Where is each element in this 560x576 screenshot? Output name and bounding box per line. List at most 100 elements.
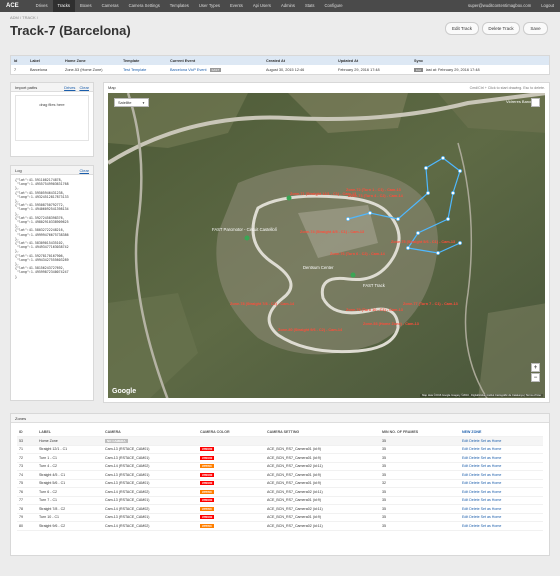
col-header-camera: CAMERA [105, 429, 121, 434]
col-header-camera-color: CAMERA COLOR [200, 429, 230, 434]
sync-list-badge[interactable]: List [414, 67, 423, 72]
camera-color-badge: #ff0000 [200, 455, 215, 460]
no-camera-badge: NO CAMERA [105, 438, 128, 443]
zone-actions[interactable]: Edit Delete Set as Home [460, 464, 540, 468]
new-zone-link[interactable]: NEW ZONE [460, 430, 540, 434]
top-navbar: ACE Drives Tracks Boxes Cameras Camera Setti… [0, 0, 560, 12]
map-type-select[interactable]: Satellite ▼ [114, 98, 149, 107]
zone-min-frames: 32 [382, 481, 386, 486]
zone-camera-setting: ACE_BCN_RS7_Camera02 (id:11) [267, 464, 323, 469]
nav-item-cameras[interactable]: Cameras [97, 0, 124, 12]
zone-label: Straight 12/1 - C1 [39, 447, 68, 452]
logout-link[interactable]: Logout [541, 0, 554, 12]
zone-label: Zone-79 (Turn 10 - C1) - Cam-13 [346, 308, 403, 312]
user-email[interactable]: super@wuditcontentimagbox.com [468, 0, 531, 12]
track-created-at: August 30, 2015 12:46 [266, 67, 305, 72]
zone-actions[interactable]: Edit Delete Set as Home [460, 481, 540, 485]
zone-actions[interactable]: Edit Delete Set as Home [460, 490, 540, 494]
fullscreen-icon[interactable] [531, 98, 540, 107]
zone-id: 73 [19, 464, 23, 469]
clear-import-link[interactable]: Clear [79, 85, 89, 90]
zone-label: Straight 4/5 - C1 [39, 472, 66, 477]
map-canvas[interactable]: FAST Parcmotor - Circuit Castellolí Dent… [108, 93, 545, 398]
nav-item-admins[interactable]: Admins [276, 0, 300, 12]
chevron-down-icon: ▼ [142, 100, 145, 105]
drives-link[interactable]: Drives [64, 85, 75, 90]
zone-id: 72 [19, 455, 23, 460]
nav-item-stats[interactable]: Stats [300, 0, 320, 12]
main-nav: Drives Tracks Boxes Cameras Camera Settings T… [31, 0, 348, 12]
nav-item-camera-settings[interactable]: Camera Settings [124, 0, 165, 12]
log-output: {"lat":41.5911082174878, "long":1.495575… [11, 175, 93, 282]
zone-label: Zone-73 (Turn 4 - C2) - Cam-14 [348, 194, 404, 198]
col-header-template: Template [123, 58, 140, 63]
place-label: FAST Track [363, 283, 386, 288]
sync-text: last at: February 29, 2016 17:48 [425, 67, 480, 72]
track-info-row: 7 Barcelona Zone-53 (Home Zone) Test Tem… [11, 65, 549, 74]
save-button[interactable]: Save [523, 22, 548, 35]
zone-actions[interactable]: Edit Delete Set as Home [460, 524, 540, 528]
zoom-in-button[interactable]: + [531, 363, 540, 372]
nav-item-configure[interactable]: Configure [319, 0, 347, 12]
field-area [478, 303, 545, 398]
zone-min-frames: 35 [382, 464, 386, 469]
nav-item-drives[interactable]: Drives [31, 0, 53, 12]
zone-label: Turn 10 - C1 [39, 515, 60, 520]
zone-actions[interactable]: Edit Delete Set as Home [460, 507, 540, 511]
current-event-link[interactable]: Barcelona VicP Event [170, 68, 207, 72]
zone-actions[interactable]: Edit Delete Set as Home [460, 439, 540, 443]
col-header-camera-setting: CAMERA SETTING [267, 429, 300, 434]
zone-label: Zone-77 (Turn 7 - C1) - Cam-13 [403, 302, 458, 306]
col-header-sync: Sync [414, 58, 424, 63]
zone-camera-color: #ff0000 [198, 498, 265, 503]
zone-actions[interactable]: Edit Delete Set as Home [460, 498, 540, 502]
template-link[interactable]: Test Template [123, 68, 146, 72]
zone-camera-setting: ACE_BCN_RS7_Camera01 (id:9) [267, 481, 321, 486]
zone-min-frames: 35 [382, 472, 386, 477]
col-header-updated-at: Updated At [338, 58, 359, 63]
zone-min-frames: 35 [382, 523, 386, 528]
zoom-out-button[interactable]: − [531, 373, 540, 382]
zone-actions[interactable]: Edit Delete Set as Home [460, 456, 540, 460]
zone-actions[interactable]: Edit Delete Set as Home [460, 447, 540, 451]
nav-item-user-types[interactable]: User Types [194, 0, 225, 12]
zone-min-frames: 35 [382, 455, 386, 460]
zone-row: 75 Straight 5/6 - C1 Cam-13 (RSTACE_CAM01)… [17, 480, 543, 488]
col-header-home-zone: Home Zone [65, 58, 86, 63]
camera-color-badge: #ff7f00 [200, 523, 214, 528]
zone-label: Zone-72 (Turn 1 - C1) - Cam-13 [346, 188, 401, 192]
nav-item-events[interactable]: Events [225, 0, 248, 12]
zone-row: 53 Home Zone NO CAMERA 35 Edit Delete Set as… [17, 437, 543, 446]
delete-track-button[interactable]: Delete Track [482, 22, 520, 35]
zone-label: Zone-53 (Home Zone) - Cam-13 [363, 322, 419, 326]
nav-item-templates[interactable]: Templates [165, 0, 194, 12]
track-label: Barcelona [30, 67, 48, 72]
nav-item-boxes[interactable]: Boxes [75, 0, 97, 12]
track-updated-at: February 29, 2016 17:48 [338, 67, 380, 72]
zone-label: Zone-80 (Straight 9/6 - C2) - Cam-14 [278, 328, 343, 332]
zone-label: Turn 4 - C2 [39, 464, 58, 469]
camera-color-badge: #ff0000 [200, 472, 215, 477]
zone-actions[interactable]: Edit Delete Set as Home [460, 515, 540, 519]
edit-track-button[interactable]: Edit Track [445, 22, 479, 35]
zone-camera: Cam-14 (RSTACE_CAM02) [105, 464, 150, 469]
zone-label: Turn 1 - C1 [39, 455, 58, 460]
brand-logo[interactable]: ACE [6, 3, 19, 9]
file-dropzone[interactable]: drag files here [15, 95, 89, 141]
camera-color-badge: #ff0000 [200, 447, 215, 452]
nav-item-tracks[interactable]: Tracks [52, 0, 75, 12]
zone-actions[interactable]: Edit Delete Set as Home [460, 473, 540, 477]
satellite-map[interactable]: FAST Parcmotor - Circuit Castellolí Dent… [108, 93, 545, 398]
map-attribution[interactable]: Map data ©2016 Google Imagery ©2016 , Di… [420, 394, 543, 397]
zone-camera-setting: ACE_BCN_RS7_Camera02 (id:11) [267, 506, 323, 511]
zone-camera: Cam-14 (RSTACE_CAM02) [105, 506, 150, 511]
track-info-table: Id Label Home Zone Template Current Even… [10, 55, 550, 75]
zones-table-header: ID LABEL CAMERA CAMERA COLOR CAMERA SETT… [17, 427, 543, 437]
zone-camera-setting: ACE_BCN_RS7_Camera01 (id:9) [267, 472, 321, 477]
clear-log-link[interactable]: Clear [79, 168, 89, 173]
nav-item-api-users[interactable]: Api Users [248, 0, 276, 12]
zones-panel: Zones ID LABEL CAMERA CAMERA COLOR CAMER… [10, 413, 550, 556]
zone-id: 75 [19, 481, 23, 486]
import-paths-panel: Import paths Drives Clear drag files her… [10, 82, 94, 157]
place-pin [286, 195, 292, 201]
